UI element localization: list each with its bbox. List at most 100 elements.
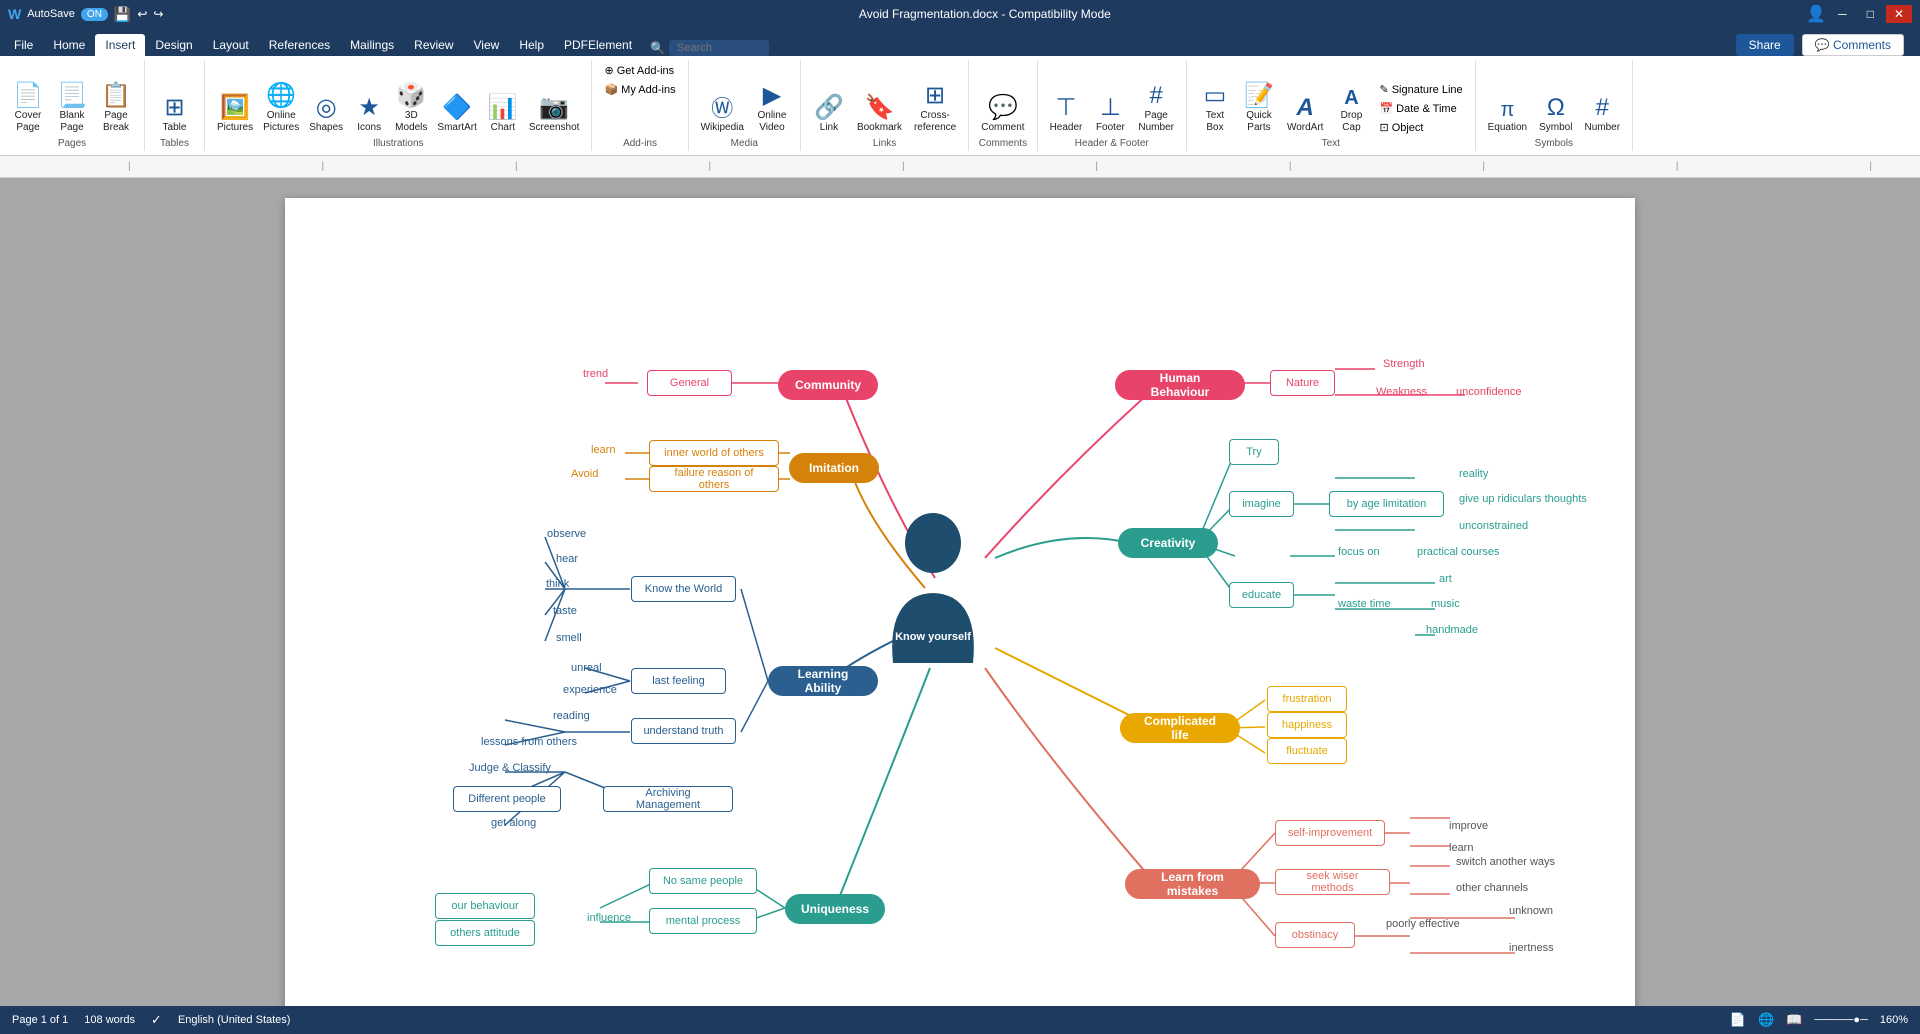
tab-mailings[interactable]: Mailings xyxy=(340,34,404,56)
cross-reference-btn[interactable]: ⊞ Cross-reference xyxy=(910,82,960,136)
footer-btn[interactable]: ⊥ Footer xyxy=(1090,94,1130,136)
quick-parts-btn[interactable]: 📝 QuickParts xyxy=(1239,82,1279,136)
header-btn[interactable]: ⊤ Header xyxy=(1046,94,1087,136)
blank-page-btn[interactable]: 📃 BlankPage xyxy=(52,82,92,136)
unknown-node: unknown xyxy=(1503,903,1559,919)
our-behaviour-node[interactable]: our behaviour xyxy=(435,893,535,919)
link-icon: 🔗 xyxy=(814,96,844,120)
human-behaviour-node[interactable]: Human Behaviour xyxy=(1115,370,1245,400)
tab-layout[interactable]: Layout xyxy=(203,34,259,56)
date-time-btn[interactable]: 📅 Date & Time xyxy=(1375,100,1466,117)
number-btn[interactable]: # Number xyxy=(1580,94,1624,136)
comment-btn[interactable]: 💬 Comment xyxy=(977,94,1028,136)
wikipedia-btn[interactable]: Ⓦ Wikipedia xyxy=(697,96,748,136)
icons-btn[interactable]: ★ Icons xyxy=(349,94,389,136)
frustration-node[interactable]: frustration xyxy=(1267,686,1347,712)
my-addins-btn[interactable]: 📦 My Add-ins xyxy=(600,81,679,98)
drop-cap-btn[interactable]: A DropCap xyxy=(1331,86,1371,136)
mental-process-node[interactable]: mental process xyxy=(649,908,757,934)
online-pictures-btn[interactable]: 🌐 OnlinePictures xyxy=(259,82,303,136)
failure-reason-node[interactable]: failure reason of others xyxy=(649,466,779,492)
tab-help[interactable]: Help xyxy=(509,34,554,56)
shapes-icon: ◎ xyxy=(316,96,337,120)
footer-icon: ⊥ xyxy=(1100,96,1121,120)
table-btn[interactable]: ⊞ Table xyxy=(155,94,195,136)
diff-people-node[interactable]: Different people xyxy=(453,786,561,812)
learn-from-mistakes-node[interactable]: Learn from mistakes xyxy=(1125,869,1260,899)
3d-models-btn[interactable]: 🎲 3DModels xyxy=(391,82,431,136)
tab-review[interactable]: Review xyxy=(404,34,463,56)
cover-page-btn[interactable]: 📄 CoverPage xyxy=(8,82,48,136)
obstinacy-node[interactable]: obstinacy xyxy=(1275,922,1355,948)
page-number-btn[interactable]: # PageNumber xyxy=(1134,82,1178,136)
archiving-mgmt-node[interactable]: Archiving Management xyxy=(603,786,733,812)
no-same-people-node[interactable]: No same people xyxy=(649,868,757,894)
document-page[interactable]: Know yourself Community General trend Im… xyxy=(285,198,1635,1006)
online-video-btn[interactable]: ▶ OnlineVideo xyxy=(752,82,792,136)
view-web-icon[interactable]: 🌐 xyxy=(1758,1012,1774,1028)
header-label: Header xyxy=(1050,122,1083,134)
understand-truth-node[interactable]: understand truth xyxy=(631,718,736,744)
influence-node: influence xyxy=(581,910,637,926)
tab-file[interactable]: File xyxy=(4,34,43,56)
zoom-slider[interactable]: ─────●─ xyxy=(1814,1014,1867,1026)
imitation-node[interactable]: Imitation xyxy=(789,453,879,483)
share-button[interactable]: Share xyxy=(1736,34,1794,56)
tab-insert[interactable]: Insert xyxy=(95,34,145,56)
self-improvement-node[interactable]: self-improvement xyxy=(1275,820,1385,846)
seek-wiser-node[interactable]: seek wiser methods xyxy=(1275,869,1390,895)
tab-view[interactable]: View xyxy=(464,34,510,56)
bookmark-btn[interactable]: 🔖 Bookmark xyxy=(853,94,906,136)
wikipedia-label: Wikipedia xyxy=(701,122,744,134)
get-addins-btn[interactable]: ⊕ Get Add-ins xyxy=(600,62,679,79)
object-btn[interactable]: ⊡ Object xyxy=(1375,119,1466,136)
happiness-node[interactable]: happiness xyxy=(1267,712,1347,738)
search-input[interactable] xyxy=(669,40,769,56)
creativity-node[interactable]: Creativity xyxy=(1118,528,1218,558)
imagine-node[interactable]: imagine xyxy=(1229,491,1294,517)
last-feeling-node[interactable]: last feeling xyxy=(631,668,726,694)
equation-btn[interactable]: π Equation xyxy=(1484,98,1531,136)
try-node[interactable]: Try xyxy=(1229,439,1279,465)
tab-home[interactable]: Home xyxy=(43,34,95,56)
pictures-btn[interactable]: 🖼️ Pictures xyxy=(213,94,257,136)
fluctuate-node[interactable]: fluctuate xyxy=(1267,738,1347,764)
community-node[interactable]: Community xyxy=(778,370,878,400)
learning-ability-node[interactable]: Learning Ability xyxy=(768,666,878,696)
tab-references[interactable]: References xyxy=(259,34,340,56)
minimize-btn[interactable]: ─ xyxy=(1830,5,1855,23)
general-node[interactable]: General xyxy=(647,370,732,396)
link-btn[interactable]: 🔗 Link xyxy=(809,94,849,136)
wordart-btn[interactable]: A WordArt xyxy=(1283,94,1328,136)
autosave-toggle[interactable]: ON xyxy=(81,8,108,21)
tab-pdfelement[interactable]: PDFElement xyxy=(554,34,642,56)
user-icon[interactable]: 👤 xyxy=(1806,4,1826,24)
chart-btn[interactable]: 📊 Chart xyxy=(483,94,523,136)
signature-line-btn[interactable]: ✎ Signature Line xyxy=(1375,81,1466,98)
page-break-btn[interactable]: 📋 PageBreak xyxy=(96,82,136,136)
tab-design[interactable]: Design xyxy=(145,34,202,56)
know-world-node[interactable]: Know the World xyxy=(631,576,736,602)
view-read-icon[interactable]: 📖 xyxy=(1786,1012,1802,1028)
learn-node: learn xyxy=(585,442,621,458)
shapes-btn[interactable]: ◎ Shapes xyxy=(305,94,347,136)
symbol-btn[interactable]: Ω Symbol xyxy=(1535,94,1576,136)
textbox-btn[interactable]: ▭ TextBox xyxy=(1195,82,1235,136)
inner-world-node[interactable]: inner world of others xyxy=(649,440,779,466)
restore-btn[interactable]: □ xyxy=(1859,5,1882,23)
smartart-btn[interactable]: 🔷 SmartArt xyxy=(433,94,480,136)
complicated-life-node[interactable]: Complicated life xyxy=(1120,713,1240,743)
view-print-icon[interactable]: 📄 xyxy=(1730,1012,1746,1028)
nature-node[interactable]: Nature xyxy=(1270,370,1335,396)
save-icon[interactable]: 💾 xyxy=(114,6,131,23)
by-age-limitation-node[interactable]: by age limitation xyxy=(1329,491,1444,517)
others-attitude-node[interactable]: others attitude xyxy=(435,920,535,946)
center-node[interactable]: Know yourself xyxy=(873,518,993,658)
redo-btn[interactable]: ↪ xyxy=(153,7,163,21)
comments-button[interactable]: 💬 Comments xyxy=(1802,34,1904,56)
uniqueness-node[interactable]: Uniqueness xyxy=(785,894,885,924)
educate-node[interactable]: educate xyxy=(1229,582,1294,608)
close-btn[interactable]: ✕ xyxy=(1886,5,1912,23)
undo-btn[interactable]: ↩ xyxy=(137,7,147,21)
screenshot-btn[interactable]: 📷 Screenshot xyxy=(525,94,584,136)
